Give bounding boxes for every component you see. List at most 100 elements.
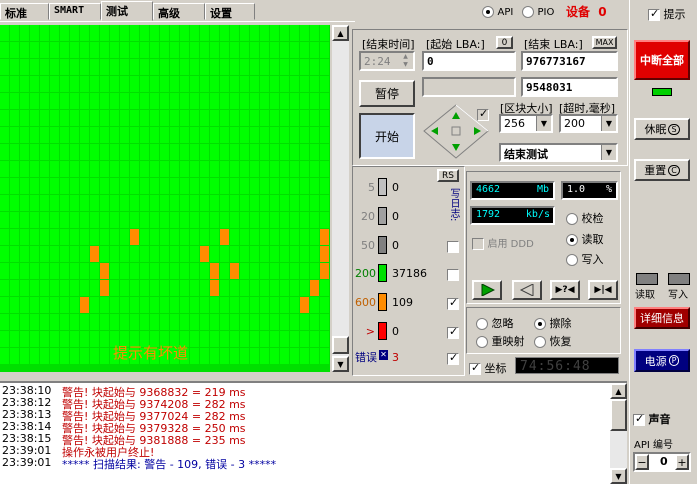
pio-radio-dot[interactable] [522,6,534,18]
grid-cell [0,314,9,330]
latency-bucket-log-checkbox[interactable] [447,268,459,281]
pause-button[interactable]: 暂停 [359,80,415,107]
grid-cell [70,42,79,58]
log-scrollbar[interactable]: ▲ ▼ [610,381,627,484]
grid-cell [0,280,9,296]
grid-cell [10,93,19,109]
latency-bucket-log-checkbox[interactable] [447,325,459,339]
start-lba-zero-button[interactable]: 0 [496,36,513,49]
skip-end-button[interactable]: ▶|◀ [588,280,618,300]
api-radio[interactable]: API [482,5,513,18]
timeout-select[interactable]: 200 ▼ [559,114,618,133]
tab-smart[interactable]: SMART [49,3,101,20]
error-checkbox[interactable] [447,351,459,365]
error-check[interactable] [447,351,459,365]
latency-bucket-check[interactable] [447,325,459,339]
details-button[interactable]: 详细信息 [634,307,690,329]
end-lba-max-button[interactable]: MAX [592,36,617,49]
start-button[interactable]: 开始 [359,113,415,159]
ignore-radio-dot[interactable] [476,318,488,330]
api-plus-button[interactable]: + [675,454,689,470]
chevron-down-icon[interactable]: ▼ [601,145,616,160]
grid-cell [0,212,9,228]
coords-checkbox[interactable]: 坐标 [469,360,507,376]
log-scroll-down[interactable]: ▼ [610,468,627,484]
write-radio[interactable]: 写入 [566,251,604,267]
read-radio-dot[interactable] [566,234,578,246]
chevron-down-icon[interactable]: ▼ [601,116,616,131]
end-time-spinner[interactable]: ▲ ▼ [398,53,413,69]
tab-test[interactable]: 测试 [101,1,153,21]
remap-radio[interactable]: 重映射 [476,333,525,349]
grid-scroll-up[interactable]: ▲ [332,25,349,41]
pio-radio[interactable]: PIO [522,5,554,18]
latency-bucket-log-checkbox[interactable] [447,296,459,310]
latency-bucket-check[interactable] [447,296,459,310]
start-lba-input[interactable]: 0 [422,51,516,71]
grid-cell [90,42,99,58]
grid-cell [60,297,69,313]
play-button[interactable] [472,280,502,300]
tab-settings[interactable]: 设置 [205,3,255,20]
grid-cell [250,229,259,245]
abort-all-button[interactable]: 中断全部 [634,40,690,80]
grid-cell [60,161,69,177]
ignore-radio[interactable]: 忽略 [476,315,514,331]
back-button[interactable] [512,280,542,300]
sound-checkbox[interactable]: 声音 [633,411,671,427]
direction-checkbox[interactable] [477,107,489,121]
grid-cell [170,195,179,211]
block-size-select[interactable]: 256 ▼ [499,114,553,133]
grid-scroll-down[interactable]: ▼ [332,356,349,372]
end-lba-input[interactable]: 976773167 [521,51,618,71]
grid-scroll-thumb[interactable] [332,336,349,354]
erase-radio[interactable]: 擦除 [534,315,572,331]
reset-label: 重置 [644,164,667,177]
reset-button[interactable]: 重置 C [634,159,690,181]
chevron-down-icon[interactable]: ▼ [536,116,551,131]
grid-scrollbar[interactable]: ▲ ▼ [332,25,349,372]
grid-cell [110,195,119,211]
grid-cell [40,348,49,364]
power-button[interactable]: 电源 P [634,349,690,372]
latency-bucket-label: 50 [361,239,375,252]
grid-cell [220,246,229,262]
log-scroll-thumb[interactable] [610,399,627,431]
grid-cell [130,93,139,109]
rs-button[interactable]: RS [437,169,459,182]
grid-cell [100,93,109,109]
remap-radio-dot[interactable] [476,336,488,348]
erase-radio-dot[interactable] [534,318,546,330]
latency-bucket-log-checkbox[interactable] [447,240,459,253]
grid-cell [10,59,19,75]
skip-unknown-button[interactable]: ▶?◀ [550,280,580,300]
api-label: API [497,7,514,18]
api-radio-dot[interactable] [482,6,494,18]
read-radio[interactable]: 读取 [566,231,604,247]
sound-check[interactable] [633,412,645,426]
grid-cell [240,178,249,194]
restore-radio-dot[interactable] [534,336,546,348]
api-minus-button[interactable]: − [635,454,649,470]
grid-cell [240,161,249,177]
api-number-stepper[interactable]: − 0 + [633,452,691,472]
tab-advanced[interactable]: 高级 [153,3,205,20]
grid-cell [120,195,129,211]
grid-cell [70,229,79,245]
sleep-button[interactable]: 休眠 S [634,118,690,140]
verify-radio-dot[interactable] [566,213,578,225]
ddd-check [472,238,484,250]
log-scroll-up[interactable]: ▲ [610,383,627,399]
write-radio-dot[interactable] [566,254,578,266]
grid-cell [110,246,119,262]
latency-bucket-check[interactable] [447,269,459,281]
direction-check[interactable] [477,107,489,121]
grid-cell [160,280,169,296]
latency-bucket-check[interactable] [447,241,459,253]
tab-standard[interactable]: 标准 [0,3,49,20]
verify-radio[interactable]: 校检 [566,210,604,226]
end-action-select[interactable]: 结束测试 ▼ [499,143,618,162]
restore-radio[interactable]: 恢复 [534,333,572,349]
grid-cell [30,127,39,143]
coords-check[interactable] [469,361,481,375]
